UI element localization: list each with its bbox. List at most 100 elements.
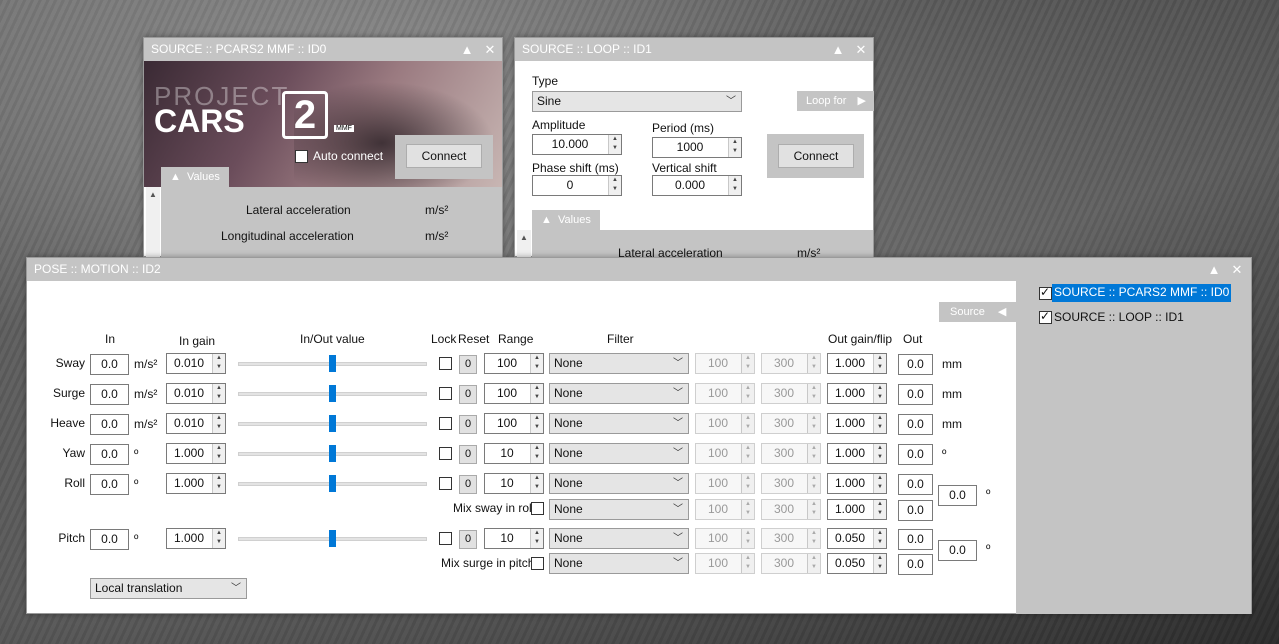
spin-arrows-icon[interactable] — [530, 384, 543, 403]
filter-param-2: 300 — [761, 473, 821, 494]
lock-checkbox[interactable] — [439, 532, 452, 545]
spin-arrows-icon[interactable] — [608, 135, 621, 154]
filter-select[interactable]: None ﹀ — [549, 499, 689, 520]
spin-arrows-icon[interactable] — [873, 529, 886, 548]
inout-slider-thumb[interactable] — [329, 530, 336, 547]
range-input[interactable]: 100 — [484, 413, 544, 434]
source-item-loop[interactable]: SOURCE :: LOOP :: ID1 — [1054, 310, 1184, 324]
period-input[interactable]: 1000 — [652, 137, 742, 158]
out-value: 0.0 — [898, 554, 933, 575]
range-input[interactable]: 10 — [484, 473, 544, 494]
out-gain-input[interactable]: 1.000 — [827, 499, 887, 520]
collapse-icon[interactable]: ▲ — [827, 38, 849, 61]
in-gain-input[interactable]: 0.010 — [166, 413, 226, 434]
lock-checkbox[interactable] — [439, 417, 452, 430]
filter-select[interactable]: None ﹀ — [549, 553, 689, 574]
out-value: 0.0 — [898, 444, 933, 465]
filter-select[interactable]: None ﹀ — [549, 383, 689, 404]
pcars-values-tab[interactable]: ▲ Values — [161, 167, 229, 187]
lock-checkbox[interactable] — [439, 357, 452, 370]
collapse-icon[interactable]: ▲ — [1203, 258, 1225, 281]
spin-arrows-icon[interactable] — [212, 444, 225, 463]
type-select[interactable]: Sine ﹀ — [532, 91, 742, 112]
inout-slider-thumb[interactable] — [329, 355, 336, 372]
close-icon[interactable]: ✕ — [1226, 258, 1248, 281]
spin-arrows-icon[interactable] — [608, 176, 621, 195]
spin-arrows-icon[interactable] — [873, 384, 886, 403]
spin-arrows-icon[interactable] — [530, 529, 543, 548]
reset-button[interactable]: 0 — [459, 445, 477, 464]
spin-arrows-icon[interactable] — [212, 414, 225, 433]
source-toggle-button[interactable]: Source ◀ — [939, 302, 1017, 322]
out-gain-input[interactable]: 1.000 — [827, 443, 887, 464]
range-input[interactable]: 10 — [484, 528, 544, 549]
reset-button[interactable]: 0 — [459, 530, 477, 549]
range-input[interactable]: 10 — [484, 443, 544, 464]
spin-arrows-icon[interactable] — [212, 384, 225, 403]
range-input[interactable]: 100 — [484, 353, 544, 374]
spin-arrows-icon[interactable] — [873, 474, 886, 493]
out-gain-input[interactable]: 1.000 — [827, 383, 887, 404]
out-gain-input[interactable]: 0.050 — [827, 553, 887, 574]
in-gain-input[interactable]: 0.010 — [166, 353, 226, 374]
collapse-icon[interactable]: ▲ — [456, 38, 478, 61]
range-input[interactable]: 100 — [484, 383, 544, 404]
reset-button[interactable]: 0 — [459, 355, 477, 374]
spin-arrows-icon[interactable] — [212, 354, 225, 373]
lock-checkbox[interactable] — [439, 447, 452, 460]
reset-button[interactable]: 0 — [459, 385, 477, 404]
lock-checkbox[interactable] — [439, 477, 452, 490]
filter-select[interactable]: None ﹀ — [549, 353, 689, 374]
amplitude-input[interactable]: 10.000 — [532, 134, 622, 155]
lock-checkbox[interactable] — [439, 387, 452, 400]
spin-arrows-icon[interactable] — [728, 138, 741, 157]
scroll-up-icon[interactable]: ▲ — [520, 233, 528, 242]
spin-arrows-icon[interactable] — [873, 444, 886, 463]
spin-arrows-icon[interactable] — [212, 474, 225, 493]
source-item-pcars[interactable]: SOURCE :: PCARS2 MMF :: ID0 — [1052, 284, 1232, 302]
spin-arrows-icon[interactable] — [873, 414, 886, 433]
phase-input[interactable]: 0 — [532, 175, 622, 196]
out-gain-input[interactable]: 1.000 — [827, 413, 887, 434]
out-gain-input[interactable]: 1.000 — [827, 473, 887, 494]
spin-arrows-icon[interactable] — [530, 414, 543, 433]
close-icon[interactable]: ✕ — [850, 38, 872, 61]
mode-select[interactable]: Local translation ﹀ — [90, 578, 247, 599]
vshift-input[interactable]: 0.000 — [652, 175, 742, 196]
scroll-up-icon[interactable]: ▲ — [149, 190, 157, 199]
spin-arrows-icon[interactable] — [212, 529, 225, 548]
auto-connect-checkbox[interactable] — [295, 150, 308, 163]
filter-select[interactable]: None ﹀ — [549, 413, 689, 434]
in-gain-input[interactable]: 1.000 — [166, 528, 226, 549]
loop-scrollbar[interactable]: ▲ — [517, 230, 531, 258]
inout-slider-thumb[interactable] — [329, 415, 336, 432]
inout-slider-thumb[interactable] — [329, 445, 336, 462]
in-gain-input[interactable]: 1.000 — [166, 443, 226, 464]
mix-pitch-checkbox[interactable] — [531, 557, 544, 570]
loop-values-tab[interactable]: ▲ Values — [532, 210, 600, 230]
spin-arrows-icon[interactable] — [873, 554, 886, 573]
spin-arrows-icon[interactable] — [530, 444, 543, 463]
pcars-connect-button[interactable]: Connect — [406, 144, 482, 168]
spin-arrows-icon[interactable] — [873, 354, 886, 373]
in-gain-input[interactable]: 0.010 — [166, 383, 226, 404]
filter-select[interactable]: None ﹀ — [549, 528, 689, 549]
close-icon[interactable]: ✕ — [479, 38, 501, 61]
in-gain-input[interactable]: 1.000 — [166, 473, 226, 494]
spin-arrows-icon[interactable] — [873, 500, 886, 519]
filter-select[interactable]: None ﹀ — [549, 443, 689, 464]
reset-button[interactable]: 0 — [459, 415, 477, 434]
inout-slider-thumb[interactable] — [329, 475, 336, 492]
filter-select[interactable]: None ﹀ — [549, 473, 689, 494]
spin-arrows-icon[interactable] — [728, 176, 741, 195]
loop-connect-button[interactable]: Connect — [778, 144, 854, 168]
spin-arrows-icon[interactable] — [530, 354, 543, 373]
out-gain-input[interactable]: 1.000 — [827, 353, 887, 374]
pcars-scrollbar[interactable]: ▲ — [146, 187, 160, 257]
loop-for-button[interactable]: Loop for ▶ — [797, 91, 874, 111]
out-gain-input[interactable]: 0.050 — [827, 528, 887, 549]
spin-arrows-icon[interactable] — [530, 474, 543, 493]
reset-button[interactable]: 0 — [459, 475, 477, 494]
inout-slider-thumb[interactable] — [329, 385, 336, 402]
mix-roll-checkbox[interactable] — [531, 502, 544, 515]
